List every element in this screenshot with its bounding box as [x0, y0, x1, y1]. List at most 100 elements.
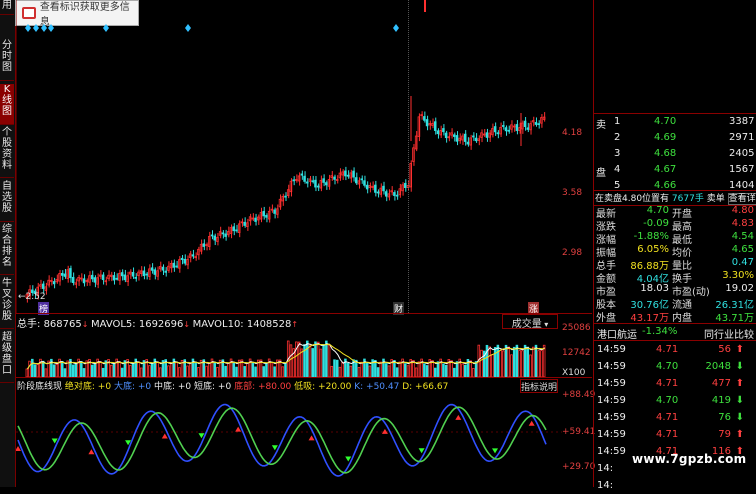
candle: [504, 125, 508, 136]
volume-bar: [167, 365, 170, 377]
indicator-lines: [17, 403, 547, 477]
volume-bar: [129, 365, 132, 377]
stat-label: 内盘: [672, 313, 692, 324]
order-level-2[interactable]: 2 4.69 2971: [594, 130, 756, 146]
order-book: 卖 1 4.70 3387 2 4.69 2971 3 4.68 2405 盘 4 4.67 1567 5 4…: [594, 114, 756, 194]
volume-bar: [461, 363, 464, 377]
volume-bar: [474, 361, 478, 377]
view-detail-link[interactable]: 查看详细: [727, 193, 756, 205]
volume-bar: [455, 361, 459, 377]
volume-bars: [25, 340, 546, 377]
stat-value: 4.65: [731, 244, 754, 255]
volume-bar: [281, 366, 285, 377]
volume-bar: [270, 362, 274, 377]
volume-bar: [82, 368, 86, 377]
volume-bar: [518, 350, 521, 377]
volume-bar: [60, 360, 64, 377]
order-volume: 1567: [729, 164, 755, 175]
candle: [74, 278, 78, 289]
volume-bar: [365, 362, 369, 377]
candle: [395, 190, 399, 200]
volume-bar: [262, 366, 265, 377]
candle: [229, 224, 233, 239]
candle: [531, 116, 535, 127]
candle: [278, 194, 282, 210]
down-arrow-icon: ⬇: [735, 395, 744, 406]
tab-watchlist[interactable]: 自选股: [0, 181, 14, 222]
order-volume: 2405: [729, 148, 755, 159]
volume-bar: [28, 360, 31, 377]
volume-bar: [74, 363, 78, 377]
stat-row: 最新 4.70 开盘 4.80: [594, 205, 756, 220]
order-level-1[interactable]: 卖 1 4.70 3387: [594, 114, 756, 131]
tab-super-quote[interactable]: 超级盘口: [0, 332, 14, 383]
candle: [436, 128, 440, 139]
candle: [167, 261, 170, 273]
candle: [349, 169, 353, 183]
industry-compare-link[interactable]: 同行业比较: [704, 326, 754, 341]
candle: [295, 174, 298, 183]
candle: [540, 114, 543, 128]
order-volume: 2971: [729, 132, 755, 143]
candle: [474, 133, 478, 143]
order-level-3[interactable]: 3 4.68 2405: [594, 146, 756, 162]
candle: [314, 176, 317, 192]
tab-ranking[interactable]: 综合排名: [0, 224, 14, 275]
candle: [493, 122, 497, 136]
volume-bar: [101, 367, 105, 377]
candle: [368, 182, 372, 193]
kline-chart[interactable]: [16, 0, 592, 313]
indicator-chart[interactable]: [16, 392, 562, 487]
candle: [80, 273, 83, 282]
order-level: 4: [614, 164, 621, 175]
candle: [120, 269, 124, 281]
volume-bar: [25, 368, 29, 377]
candle: [267, 206, 271, 223]
candle: [412, 144, 415, 166]
up-arrow-icon: ⬆: [735, 344, 744, 355]
candle: [109, 271, 113, 282]
pending-label: 卖单: [706, 194, 725, 204]
candle: [213, 233, 216, 246]
tab-timeshare[interactable]: 分时图: [0, 40, 14, 81]
down-arrow-icon: [271, 445, 278, 451]
ind-c: 中底: +0: [153, 382, 192, 392]
indicator-help-tab[interactable]: 指标说明: [520, 379, 558, 393]
candle: [216, 232, 219, 246]
tab-diagnosis[interactable]: 牛叉诊股: [0, 278, 14, 329]
candle: [82, 274, 86, 287]
red-marker: [424, 0, 426, 12]
volume-bar: [120, 367, 124, 377]
volume-bar: [322, 344, 325, 377]
candle: [363, 175, 366, 188]
candle: [129, 269, 132, 279]
candle: [534, 117, 538, 127]
candle: [491, 123, 494, 138]
pending-text: 在卖盘4.80位置有: [595, 194, 670, 204]
candle: [257, 214, 260, 225]
volume-bar: [178, 367, 181, 377]
volume-bar: [273, 366, 276, 377]
tab-stock-info[interactable]: 个股资料: [0, 127, 14, 178]
ind-axis-bottom: +29.70: [562, 462, 596, 472]
tab-kline[interactable]: K线图: [0, 84, 14, 125]
candle: [183, 254, 187, 266]
candle: [164, 267, 167, 277]
candle: [180, 255, 184, 265]
candle: [235, 224, 238, 233]
tick-volume: 79: [718, 429, 731, 440]
stat-value: 19.02: [725, 283, 754, 294]
volume-chart[interactable]: [16, 327, 562, 377]
candle: [447, 132, 451, 142]
sector-row: 港口航运 -1.34% 同行业比较: [594, 324, 756, 341]
diamond-marker: [25, 24, 31, 32]
sector-name[interactable]: 港口航运: [597, 326, 637, 341]
candle: [281, 193, 285, 206]
candle: [300, 170, 304, 180]
tick-time: 14:: [597, 480, 614, 491]
candle: [371, 181, 374, 191]
order-level-4[interactable]: 盘 4 4.67 1567: [594, 162, 756, 179]
candle: [338, 168, 342, 181]
tab-use[interactable]: 用: [0, 0, 14, 15]
volume-bar: [488, 346, 491, 377]
